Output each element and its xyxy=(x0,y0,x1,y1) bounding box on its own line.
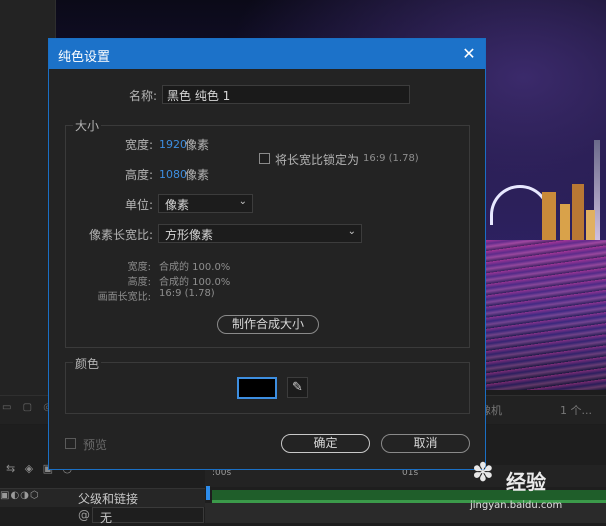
dialog-title: 纯色设置 xyxy=(58,50,111,65)
chevron-down-icon: ⌄ xyxy=(238,196,247,207)
unit-label: 单位: xyxy=(124,198,153,212)
close-icon[interactable]: ✕ xyxy=(457,42,481,66)
parent-link-column: 父级和链接 xyxy=(78,492,139,506)
paw-logo-icon: ✽ xyxy=(472,458,494,488)
height-label: 高度: xyxy=(124,168,153,182)
watermark-url: jingyan.baidu.com xyxy=(470,500,563,511)
cancel-button[interactable]: 取消 xyxy=(381,434,470,453)
views-select[interactable]: 1 个... xyxy=(560,402,592,418)
lock-aspect-checkbox[interactable] xyxy=(259,153,270,164)
pixel-aspect-label: 像素长宽比: xyxy=(88,228,153,242)
height-value[interactable]: 1080 xyxy=(159,168,187,181)
baidu-jingyan-watermark: ✽ 经验 jingyan.baidu.com xyxy=(466,458,596,518)
size-group-title: 大小 xyxy=(73,117,102,134)
pixel-aspect-select[interactable]: 方形像素 ⌄ xyxy=(158,224,362,243)
pick-whip-icon[interactable]: @ xyxy=(78,508,90,522)
info-width-label: 宽度: xyxy=(127,262,151,273)
preview-label: 预览 xyxy=(83,438,108,452)
preview-checkbox[interactable] xyxy=(65,438,76,449)
lock-aspect-label: 将长宽比锁定为 xyxy=(275,153,360,167)
color-swatch[interactable] xyxy=(237,377,277,399)
dialog-titlebar[interactable]: 纯色设置 ✕ xyxy=(49,39,485,69)
info-width-value: 合成的 100.0% xyxy=(159,262,231,273)
info-frame-aspect-value: 16:9 (1.78) xyxy=(159,288,215,299)
watermark-text: 经验 xyxy=(506,470,546,494)
ok-button[interactable]: 确定 xyxy=(281,434,370,453)
parent-select-value: 无 xyxy=(100,511,113,525)
name-input[interactable]: 黑色 纯色 1 xyxy=(162,85,410,104)
city-image xyxy=(486,140,606,390)
unit-select[interactable]: 像素 ⌄ xyxy=(158,194,253,213)
width-label: 宽度: xyxy=(124,138,153,152)
info-height-value: 合成的 100.0% xyxy=(159,277,231,288)
width-unit: 像素 xyxy=(185,138,210,152)
switch-icons[interactable]: ▣◐◑⬡ xyxy=(0,490,40,501)
width-value[interactable]: 1920 xyxy=(159,138,187,151)
chevron-down-icon: ⌄ xyxy=(347,226,356,237)
make-comp-size-button[interactable]: 制作合成大小 xyxy=(217,315,319,334)
eyedropper-icon[interactable]: ✎ xyxy=(287,377,308,398)
info-frame-aspect-label: 画面长宽比: xyxy=(97,292,151,303)
height-unit: 像素 xyxy=(185,168,210,182)
solid-settings-dialog: 纯色设置 ✕ 名称: 黑色 纯色 1 大小 宽度: 1920 像素 高度: 10… xyxy=(48,38,486,470)
playhead[interactable] xyxy=(206,486,210,500)
info-height-label: 高度: xyxy=(127,277,151,288)
pixel-aspect-value: 方形像素 xyxy=(165,228,214,242)
lock-aspect-ratio: 16:9 (1.78) xyxy=(363,153,419,164)
color-group-title: 颜色 xyxy=(73,355,102,372)
unit-select-value: 像素 xyxy=(165,198,190,212)
name-label: 名称: xyxy=(128,89,157,103)
